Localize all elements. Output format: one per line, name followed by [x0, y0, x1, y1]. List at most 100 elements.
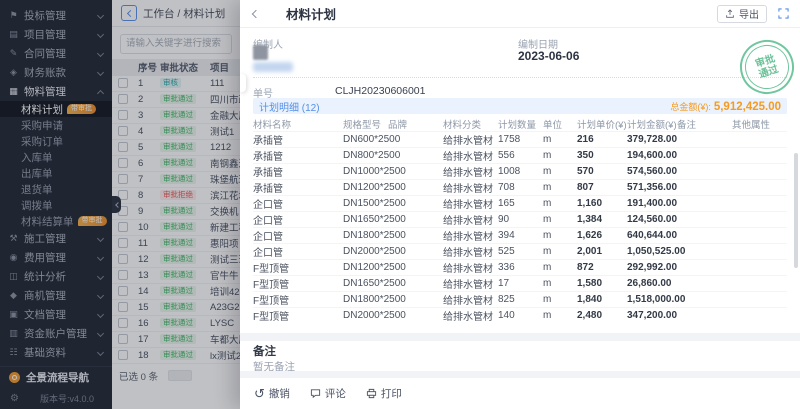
plan-cell: 379,728.00 — [627, 134, 677, 145]
plan-cell: m — [543, 262, 577, 273]
plan-cell: m — [543, 230, 577, 241]
plan-cell: F型顶管 — [253, 308, 343, 323]
plan-cell: 给排水管材 — [443, 228, 498, 243]
plan-detail-table: 材料名称规格型号品牌材料分类计划数量单位计划单价(¥)计划金额(¥)备注其他属性… — [253, 116, 787, 323]
plan-cell: 1,840 — [577, 294, 627, 305]
plan-cell: 708 — [498, 182, 543, 193]
plan-cell: 给排水管材 — [443, 244, 498, 259]
approval-stamp: 审批通过 — [733, 33, 800, 101]
chevron-left-icon — [252, 9, 260, 17]
plan-cell: F型顶管 — [253, 260, 343, 275]
drawer-body: 编制人 编制日期 2023-06-06 审批通过 单号 CLJH20230606… — [240, 28, 800, 409]
plan-cell: 给排水管材 — [443, 196, 498, 211]
plan-cell: 194,600.00 — [627, 150, 677, 161]
plan-cell: m — [543, 310, 577, 321]
plan-cell: F型顶管 — [253, 292, 343, 307]
plan-column-header: 计划金额(¥) — [627, 117, 677, 131]
plan-cell: 336 — [498, 262, 543, 273]
plan-cell: 1,160 — [577, 198, 627, 209]
fullscreen-expand-icon[interactable] — [776, 7, 790, 21]
plan-cell: 140 — [498, 310, 543, 321]
comment-icon — [310, 388, 321, 399]
plan-column-header: 备注 — [677, 117, 732, 131]
action-label: 打印 — [381, 386, 402, 401]
print-button[interactable]: 打印 — [366, 386, 402, 401]
plan-column-header: 其他属性 — [732, 117, 787, 131]
plan-cell: 124,560.00 — [627, 214, 677, 225]
plan-cell: 承插管 — [253, 180, 343, 195]
plan-column-header: 材料名称 — [253, 117, 343, 131]
drawer-resize-handle[interactable] — [240, 74, 246, 92]
action-label: 评论 — [325, 386, 346, 401]
detail-drawer: 材料计划 导出 编制人 编制日期 2023-06-06 — [240, 0, 800, 409]
overlay-mask — [0, 0, 240, 409]
section-divider — [240, 333, 800, 341]
undo-icon: ↺ — [254, 388, 265, 400]
creator-name-redacted — [253, 62, 293, 72]
export-icon — [725, 9, 735, 19]
plan-table-row: 企口管DN1500*2500给排水管材165m1,160191,400.00 — [253, 195, 787, 211]
plan-cell: 350 — [577, 150, 627, 161]
undo-button[interactable]: ↺ 撤销 — [254, 386, 290, 401]
plan-column-header: 规格型号 — [343, 117, 388, 131]
export-button[interactable]: 导出 — [717, 5, 767, 23]
plan-cell: 394 — [498, 230, 543, 241]
plan-section-label: 计划明细 (12) — [259, 99, 320, 114]
date-value: 2023-06-06 — [518, 49, 579, 63]
plan-cell: m — [543, 214, 577, 225]
plan-cell: 给排水管材 — [443, 148, 498, 163]
plan-cell: 574,560.00 — [627, 166, 677, 177]
drawer-back-button[interactable] — [250, 7, 264, 21]
plan-cell: 525 — [498, 246, 543, 257]
plan-cell: 企口管 — [253, 212, 343, 227]
app-screen: ⚑投标管理▤项目管理✎合同管理◈财务账款▦物料管理材料计划带审批采购申请采购订单… — [0, 0, 800, 409]
plan-cell: 26,860.00 — [627, 278, 677, 289]
plan-cell: 1,384 — [577, 214, 627, 225]
plan-cell: 191,400.00 — [627, 198, 677, 209]
plan-column-header: 计划数量 — [498, 117, 543, 131]
plan-cell: 1,626 — [577, 230, 627, 241]
total-amount: 总金额(¥): 5,912,425.00 — [670, 100, 781, 113]
print-icon — [366, 388, 377, 399]
total-amount-value: 5,912,425.00 — [714, 101, 781, 113]
plan-table-row: F型顶管DN1800*2500给排水管材825m1,8401,518,000.0… — [253, 291, 787, 307]
dotted-divider — [253, 77, 787, 78]
plan-cell: 825 — [498, 294, 543, 305]
plan-cell: m — [543, 246, 577, 257]
plan-cell: 1,050,525.00 — [627, 246, 677, 257]
plan-cell: 给排水管材 — [443, 292, 498, 307]
plan-column-header: 材料分类 — [443, 117, 498, 131]
plan-cell: 1,518,000.00 — [627, 294, 677, 305]
plan-cell: 165 — [498, 198, 543, 209]
plan-cell: DN800*2500 — [343, 150, 388, 161]
action-label: 撤销 — [269, 386, 290, 401]
plan-cell: 1008 — [498, 166, 543, 177]
plan-table-row: 承插管DN600*2500给排水管材1758m216379,728.00 — [253, 131, 787, 147]
plan-table-header: 材料名称规格型号品牌材料分类计划数量单位计划单价(¥)计划金额(¥)备注其他属性 — [253, 116, 787, 131]
plan-cell: 承插管 — [253, 148, 343, 163]
plan-cell: 90 — [498, 214, 543, 225]
total-amount-label: 总金额(¥): — [670, 100, 711, 113]
plan-table-rows: 承插管DN600*2500给排水管材1758m216379,728.00承插管D… — [253, 131, 787, 323]
plan-cell: 2,001 — [577, 246, 627, 257]
plan-cell: 给排水管材 — [443, 212, 498, 227]
comment-button[interactable]: 评论 — [310, 386, 346, 401]
plan-cell: 承插管 — [253, 132, 343, 147]
drawer-header: 材料计划 导出 — [240, 0, 800, 28]
plan-cell: m — [543, 150, 577, 161]
plan-cell: 292,992.00 — [627, 262, 677, 273]
plan-cell: 企口管 — [253, 196, 343, 211]
plan-cell: 给排水管材 — [443, 276, 498, 291]
plan-cell: DN1500*2500 — [343, 198, 388, 209]
plan-table-row: 承插管DN1000*2500给排水管材1008m570574,560.00 — [253, 163, 787, 179]
plan-section-bar: 计划明细 (12) 总金额(¥): 5,912,425.00 — [253, 98, 787, 114]
plan-column-header: 计划单价(¥) — [577, 117, 627, 131]
plan-cell: DN1650*2500 — [343, 278, 388, 289]
plan-column-header: 单位 — [543, 117, 577, 131]
creator-avatar — [253, 45, 268, 60]
approval-stamp-text: 审批通过 — [752, 53, 782, 81]
plan-cell: DN2000*2500 — [343, 246, 388, 257]
plan-cell: 给排水管材 — [443, 260, 498, 275]
drawer-scrollbar[interactable] — [794, 153, 798, 268]
plan-cell: 2,480 — [577, 310, 627, 321]
